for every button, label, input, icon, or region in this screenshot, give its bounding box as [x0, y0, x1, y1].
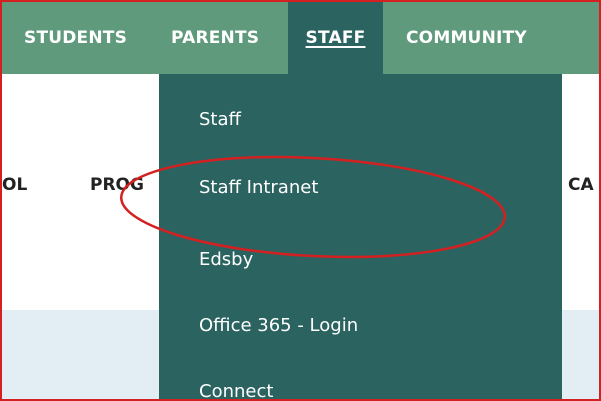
menu-item-office-365-login[interactable]: Office 365 - Login [199, 311, 358, 341]
staff-dropdown-menu: Staff Staff Intranet Edsby Office 365 - … [159, 74, 562, 399]
nav-community[interactable]: COMMUNITY [406, 2, 527, 74]
nav-parents[interactable]: PARENTS [171, 2, 259, 74]
menu-item-edsby[interactable]: Edsby [199, 245, 253, 275]
secondary-nav-programs[interactable]: PROG [90, 170, 144, 200]
nav-students[interactable]: STUDENTS [24, 2, 127, 74]
menu-item-connect[interactable]: Connect [199, 377, 273, 399]
secondary-nav-school[interactable]: OL [2, 170, 27, 200]
nav-staff-label: STAFF [305, 28, 366, 48]
top-navigation-bar: STUDENTS PARENTS STAFF COMMUNITY [2, 2, 599, 74]
nav-staff[interactable]: STAFF [288, 2, 383, 74]
menu-item-staff[interactable]: Staff [199, 105, 241, 135]
secondary-nav-calendar[interactable]: CA [568, 170, 594, 200]
menu-item-staff-intranet[interactable]: Staff Intranet [199, 173, 318, 203]
screenshot-frame: STUDENTS PARENTS STAFF COMMUNITY OL PROG… [0, 0, 601, 401]
